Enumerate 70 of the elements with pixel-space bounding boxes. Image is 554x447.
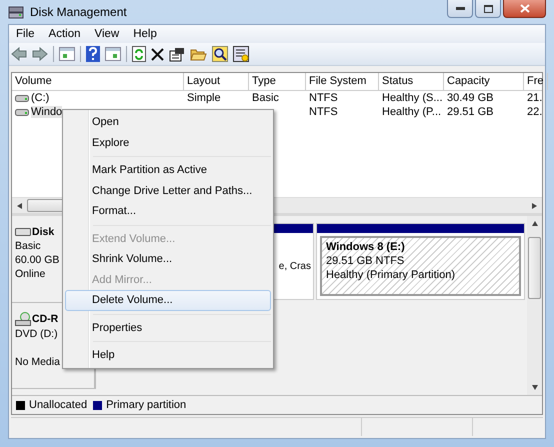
table-cell: Healthy (P...	[382, 106, 442, 118]
table-cell: (C:)	[31, 92, 50, 104]
partition-detail: 29.51 GB NTFS	[326, 255, 404, 267]
disk-name: Disk	[32, 226, 54, 238]
menu-item[interactable]: Format...	[65, 201, 271, 222]
table-cell: NTFS	[309, 106, 338, 118]
disk-type: DVD (D:)	[15, 328, 59, 340]
back-icon[interactable]	[11, 47, 27, 61]
menu-item[interactable]: Help	[126, 28, 164, 40]
disk-status: No Media	[15, 356, 61, 368]
menu-item[interactable]: Change Drive Letter and Paths...	[65, 180, 271, 201]
partition-name: Windows 8 (E:)	[326, 241, 405, 253]
disk-size: 60.00 GB	[15, 254, 60, 266]
column-header[interactable]: Layout	[184, 73, 249, 90]
console-tree-icon[interactable]	[59, 47, 75, 61]
vertical-scrollbar[interactable]	[527, 216, 542, 395]
disk-icon	[8, 5, 24, 19]
search-icon[interactable]	[212, 46, 228, 62]
column-header[interactable]: Fre	[524, 73, 548, 90]
column-header[interactable]: Type	[249, 73, 306, 90]
disk-status: Online	[15, 268, 46, 280]
menu-item[interactable]: File	[9, 28, 42, 40]
column-header[interactable]: Volume	[12, 73, 184, 90]
close-icon	[520, 4, 530, 13]
maximize-icon	[484, 4, 492, 12]
menu-item[interactable]: Explore	[65, 132, 271, 153]
column-header[interactable]: File System	[306, 73, 379, 90]
table-cell: 22.	[527, 106, 542, 118]
partition-detail: e, Cras	[278, 260, 311, 272]
drive-icon	[15, 108, 29, 116]
refresh-icon[interactable]	[132, 46, 146, 62]
cd-drive-icon	[15, 312, 31, 326]
table-cell: Basic	[252, 92, 279, 104]
column-header[interactable]: Status	[379, 73, 444, 90]
table-cell: Healthy (S...	[382, 92, 443, 104]
drive-icon	[15, 94, 29, 102]
menu-item[interactable]: Open	[65, 112, 271, 132]
panel-icon[interactable]	[105, 47, 121, 61]
disk-name: CD-R	[32, 313, 58, 325]
forward-icon[interactable]	[32, 47, 48, 61]
maximize-button[interactable]	[475, 0, 501, 18]
table-cell: 29.51 GB	[447, 106, 494, 118]
menu-item[interactable]: Action	[42, 28, 88, 40]
menu-item[interactable]: Delete Volume...	[65, 290, 271, 310]
window-title: Disk Management	[30, 5, 127, 19]
right-arrow-icon[interactable]	[532, 202, 537, 208]
disk-type: Basic	[15, 240, 42, 252]
close-button[interactable]	[503, 0, 546, 18]
minimize-button[interactable]	[447, 0, 473, 18]
table-cell: 30.49 GB	[447, 92, 494, 104]
minimize-icon	[456, 7, 464, 10]
table-cell: NTFS	[309, 92, 338, 104]
menu-item[interactable]: View	[88, 28, 126, 40]
menu-item[interactable]: Mark Partition as Active	[65, 160, 271, 180]
down-arrow-icon[interactable]	[532, 385, 538, 390]
legend-label: Unallocated	[29, 399, 88, 411]
folder-icon[interactable]	[190, 47, 207, 61]
column-header[interactable]: Capacity	[444, 73, 524, 90]
properties-icon[interactable]	[169, 46, 185, 62]
legend-label: Primary partition	[106, 399, 186, 411]
help-icon[interactable]	[86, 46, 100, 62]
partition-detail: Healthy (Primary Partition)	[326, 269, 455, 281]
up-arrow-icon[interactable]	[532, 221, 538, 226]
left-arrow-icon[interactable]	[17, 202, 22, 208]
table-cell: Simple	[187, 92, 221, 104]
partition-block[interactable]: Windows 8 (E:) 29.51 GB NTFS Healthy (Primary Partition)	[316, 223, 525, 300]
table-cell: Windo	[31, 106, 62, 118]
delete-icon[interactable]	[151, 48, 164, 60]
table-cell: 21.	[527, 92, 542, 104]
scrollbar-thumb[interactable]	[528, 237, 541, 299]
